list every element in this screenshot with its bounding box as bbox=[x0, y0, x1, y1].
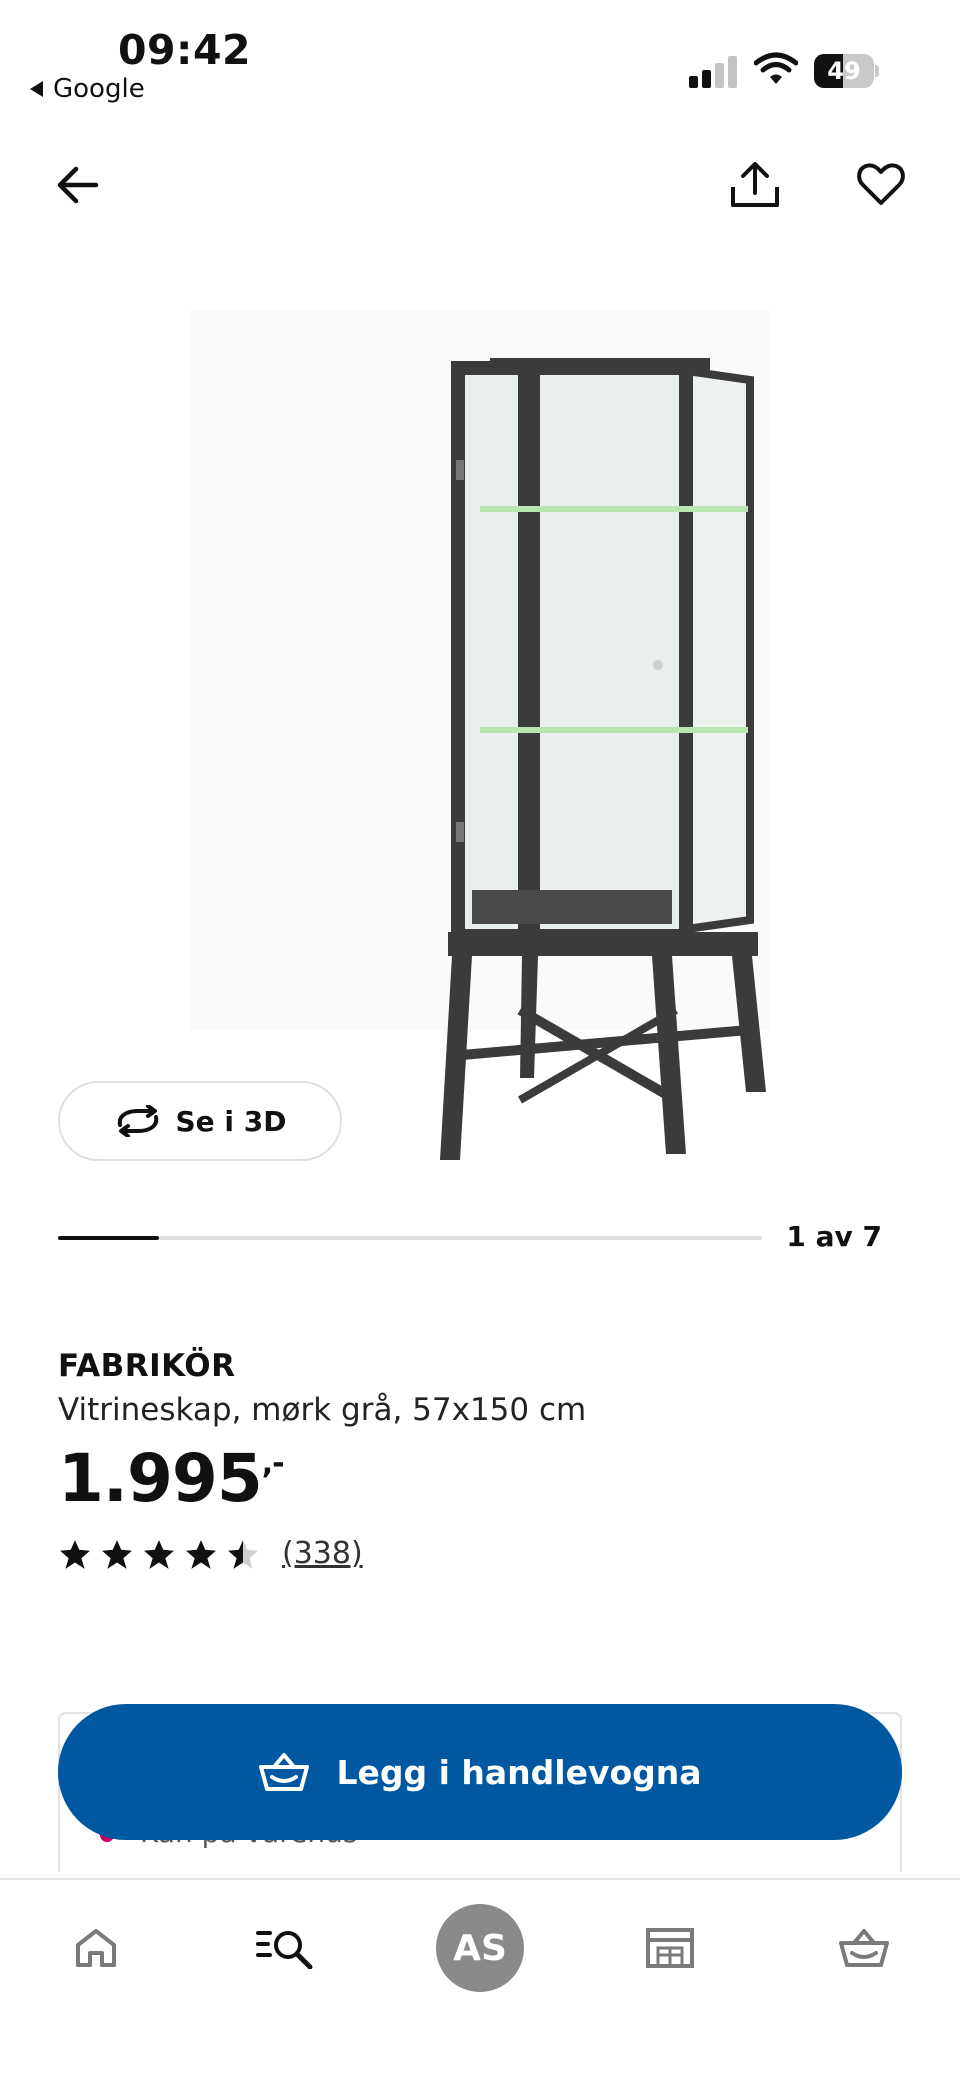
basket-icon bbox=[259, 1753, 310, 1791]
gallery-page-indicator: 1 av 7 bbox=[786, 1220, 882, 1253]
bottom-tab-bar: AS bbox=[0, 1878, 960, 2081]
cellular-signal-icon bbox=[689, 54, 737, 88]
tab-home[interactable] bbox=[46, 1904, 146, 1992]
star-icon bbox=[186, 1539, 216, 1569]
avatar: AS bbox=[436, 1904, 524, 1992]
store-icon bbox=[646, 1928, 694, 1968]
search-icon bbox=[256, 1931, 313, 1969]
view-3d-label: Se i 3D bbox=[175, 1104, 287, 1138]
share-icon bbox=[731, 162, 779, 207]
wifi-icon bbox=[754, 52, 798, 84]
gallery-progress bbox=[58, 1236, 762, 1240]
heart-icon bbox=[857, 163, 905, 205]
gallery-progress-fill bbox=[58, 1236, 159, 1240]
rating-stars bbox=[58, 1538, 260, 1570]
tab-profile[interactable]: AS bbox=[430, 1904, 530, 1992]
view-3d-button[interactable]: Se i 3D bbox=[58, 1081, 342, 1161]
product-brand: FABRIKÖR bbox=[58, 1348, 236, 1384]
price-suffix: ,- bbox=[261, 1446, 285, 1481]
home-icon bbox=[76, 1929, 116, 1967]
price-value: 1.995 bbox=[58, 1440, 263, 1517]
rotate-3d-icon bbox=[117, 1105, 158, 1137]
star-icon bbox=[228, 1539, 258, 1569]
basket-icon bbox=[839, 1929, 889, 1967]
tab-search[interactable] bbox=[236, 1904, 336, 1992]
battery-indicator: 49 bbox=[814, 54, 879, 88]
back-app-label: Google bbox=[53, 74, 145, 104]
star-icon bbox=[144, 1539, 174, 1569]
back-triangle-icon bbox=[30, 81, 43, 97]
battery-percent: 49 bbox=[827, 57, 861, 85]
status-time: 09:42 bbox=[118, 26, 252, 74]
tab-stores[interactable] bbox=[620, 1904, 720, 1992]
favorite-button[interactable] bbox=[846, 150, 916, 220]
arrow-left-icon bbox=[57, 166, 99, 204]
rating-row[interactable]: (338) bbox=[58, 1536, 363, 1571]
share-button[interactable] bbox=[720, 150, 790, 220]
star-icon bbox=[102, 1539, 132, 1569]
product-price: 1.995,- bbox=[58, 1440, 285, 1517]
add-to-cart-label: Legg i handlevogna bbox=[336, 1752, 702, 1792]
product-description: Vitrineskap, mørk grå, 57x150 cm bbox=[58, 1392, 587, 1428]
star-icon bbox=[60, 1539, 90, 1569]
review-count-link[interactable]: (338) bbox=[282, 1536, 363, 1571]
back-to-app-link[interactable]: Google bbox=[30, 74, 145, 104]
product-image[interactable] bbox=[190, 310, 790, 1170]
add-to-cart-button[interactable]: Legg i handlevogna bbox=[58, 1704, 902, 1840]
back-button[interactable] bbox=[56, 150, 100, 220]
tab-cart[interactable] bbox=[814, 1904, 914, 1992]
